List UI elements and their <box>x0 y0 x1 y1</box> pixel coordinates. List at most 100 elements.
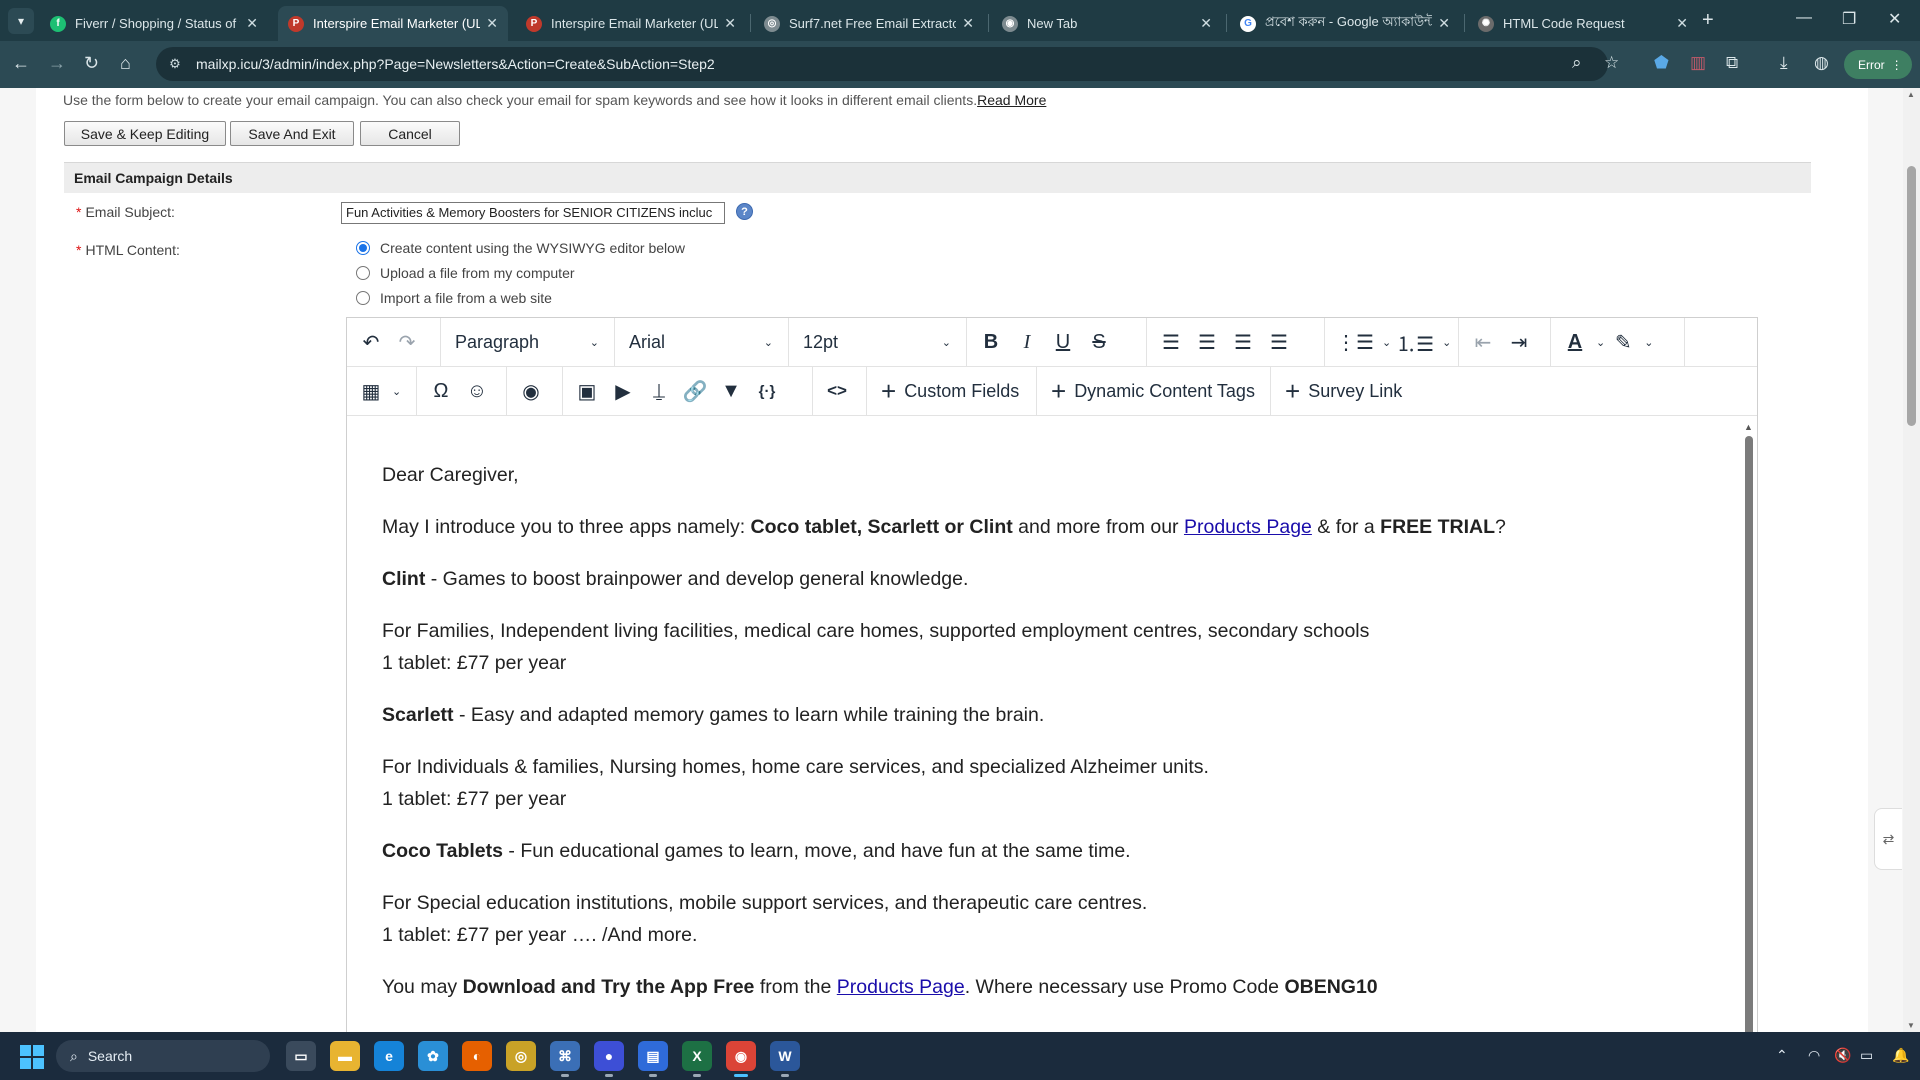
back-arrow-icon[interactable]: ← <box>12 53 30 74</box>
file-explorer-icon[interactable]: ▬ <box>330 1041 360 1071</box>
radio-wysiwyg[interactable]: Create content using the WYSIWYG editor … <box>356 240 685 256</box>
app-icon[interactable]: ✿ <box>418 1041 448 1071</box>
font-family-dropdown[interactable]: Arial ⌄ <box>621 324 781 360</box>
close-icon[interactable]: ✕ <box>486 15 498 32</box>
help-icon[interactable]: ? <box>736 203 753 220</box>
stamp-icon[interactable]: ⍊ <box>641 373 677 409</box>
chevron-down-icon[interactable]: ⌄ <box>1596 336 1605 349</box>
browser-tab[interactable]: f Fiverr / Shopping / Status of yo ✕ <box>40 6 268 41</box>
radio-button-checked[interactable] <box>356 241 370 255</box>
align-center-icon[interactable]: ☰ <box>1189 324 1225 360</box>
browser-tab-active[interactable]: P Interspire Email Marketer (ULTI ✕ <box>278 6 508 41</box>
block-format-dropdown[interactable]: Paragraph ⌄ <box>447 324 607 360</box>
url-text[interactable]: mailxp.icu/3/admin/index.php?Page=Newsle… <box>196 56 715 72</box>
notification-bell-icon[interactable]: 🔔 <box>1892 1047 1909 1064</box>
radio-upload[interactable]: Upload a file from my computer <box>356 265 575 281</box>
restore-icon[interactable]: ❐ <box>1842 9 1856 29</box>
volume-muted-icon[interactable]: 🔇 <box>1834 1047 1851 1064</box>
close-icon[interactable]: ✕ <box>724 15 736 32</box>
chevron-down-icon[interactable]: ⌄ <box>1644 336 1653 349</box>
side-panel-handle-icon[interactable]: ⇄ <box>1874 808 1902 870</box>
page-scrollbar[interactable]: ▲ ▼ <box>1903 88 1920 1032</box>
firefox-icon[interactable]: ◐ <box>462 1041 492 1071</box>
undo-icon[interactable]: ↶ <box>353 324 389 360</box>
redo-icon[interactable]: ↷ <box>389 324 425 360</box>
radio-button[interactable] <box>356 266 370 280</box>
chevron-down-icon[interactable]: ⌄ <box>1382 336 1391 349</box>
align-left-icon[interactable]: ☰ <box>1153 324 1189 360</box>
close-icon[interactable]: ✕ <box>246 15 258 32</box>
email-subject-input[interactable]: Fun Activities & Memory Boosters for SEN… <box>341 202 725 224</box>
extensions-puzzle-icon[interactable]: ⧉ <box>1726 53 1738 73</box>
bookmark-star-icon[interactable]: ☆ <box>1604 53 1619 73</box>
window-close-icon[interactable]: ✕ <box>1888 9 1901 29</box>
survey-link-button[interactable]: + Survey Link <box>1277 376 1410 407</box>
reload-icon[interactable]: ↻ <box>84 53 99 74</box>
save-keep-editing-button[interactable]: Save & Keep Editing <box>64 121 226 146</box>
read-more-link[interactable]: Read More <box>977 92 1046 108</box>
app-circle-icon[interactable]: ● <box>594 1041 624 1077</box>
numbered-list-icon[interactable]: ⒈☰ <box>1391 324 1439 360</box>
browser-tab[interactable]: P Interspire Email Marketer (ULTI ✕ <box>516 6 746 41</box>
bold-icon[interactable]: B <box>973 324 1009 360</box>
word-icon[interactable]: W <box>770 1041 800 1077</box>
taskbar-search-box[interactable]: ⌕ Search <box>56 1040 270 1072</box>
products-page-link[interactable]: Products Page <box>837 976 965 998</box>
template-variable-icon[interactable]: {·} <box>749 373 785 409</box>
windows-start-icon[interactable] <box>20 1045 44 1069</box>
download-icon[interactable]: ⤓ <box>1780 53 1788 73</box>
media-player-icon[interactable]: ◎ <box>506 1041 536 1071</box>
close-icon[interactable]: ✕ <box>1438 15 1450 32</box>
avatar[interactable]: ◍ <box>1814 53 1829 73</box>
chevron-down-icon[interactable]: ⌄ <box>1442 336 1451 349</box>
cancel-button[interactable]: Cancel <box>360 121 460 146</box>
bullet-list-icon[interactable]: ⋮☰ <box>1331 324 1379 360</box>
profile-error-badge[interactable]: Error ⋮ <box>1844 50 1912 79</box>
preview-eye-icon[interactable]: ◉ <box>513 373 549 409</box>
scroll-up-arrow-icon[interactable]: ▲ <box>1744 422 1753 432</box>
kebab-menu-icon[interactable]: ⋮ <box>1891 58 1903 72</box>
editor-scrollbar-thumb[interactable] <box>1745 436 1753 1032</box>
anchor-bookmark-icon[interactable]: ▼ <box>713 373 749 409</box>
chrome-icon[interactable]: ◉ <box>726 1041 756 1077</box>
strikethrough-icon[interactable]: S <box>1081 324 1117 360</box>
scroll-up-arrow-icon[interactable]: ▲ <box>1907 90 1915 99</box>
media-icon[interactable]: ▶ <box>605 373 641 409</box>
italic-icon[interactable]: I <box>1009 324 1045 360</box>
browser-tab[interactable]: ◉ New Tab ✕ <box>992 6 1222 41</box>
editor-scrollbar[interactable]: ▲ <box>1743 422 1755 1032</box>
align-justify-icon[interactable]: ☰ <box>1261 324 1297 360</box>
home-icon[interactable]: ⌂ <box>120 53 131 74</box>
dynamic-content-tags-button[interactable]: + Dynamic Content Tags <box>1043 376 1263 407</box>
address-bar[interactable]: ⚙ mailxp.icu/3/admin/index.php?Page=News… <box>156 47 1608 81</box>
excel-icon[interactable]: X <box>682 1041 712 1077</box>
notepad-icon[interactable]: ▤ <box>638 1041 668 1077</box>
extension-shield-icon[interactable]: ⬟ <box>1654 53 1669 73</box>
tab-search-chevron-icon[interactable]: ▾ <box>8 8 34 34</box>
wifi-icon[interactable]: ◠ <box>1808 1047 1820 1064</box>
new-tab-plus-icon[interactable]: + <box>1702 9 1714 32</box>
page-scrollbar-thumb[interactable] <box>1907 166 1916 426</box>
products-page-link[interactable]: Products Page <box>1184 516 1312 538</box>
outdent-icon[interactable]: ⇤ <box>1465 324 1501 360</box>
save-and-exit-button[interactable]: Save And Exit <box>230 121 354 146</box>
table-icon[interactable]: ▦ <box>353 373 389 409</box>
special-character-icon[interactable]: Ω <box>423 373 459 409</box>
indent-icon[interactable]: ⇥ <box>1501 324 1537 360</box>
highlight-color-icon[interactable]: ✎ <box>1605 324 1641 360</box>
emoji-icon[interactable]: ☺ <box>459 373 495 409</box>
close-icon[interactable]: ✕ <box>1676 15 1688 32</box>
zoom-icon[interactable]: ⌕ <box>1572 53 1582 73</box>
text-color-icon[interactable]: A <box>1557 324 1593 360</box>
browser-tab[interactable]: G প্রবেশ করুন - Google অ্যাকাউন্ট ✕ <box>1230 6 1460 41</box>
task-view-icon[interactable]: ▭ <box>286 1041 316 1071</box>
extension-bars-icon[interactable]: ▥ <box>1690 53 1706 73</box>
forward-arrow-icon[interactable]: → <box>48 53 66 74</box>
site-settings-icon[interactable]: ⚙ <box>164 53 186 75</box>
editor-content-area[interactable]: Dear Caregiver, May I introduce you to t… <box>347 418 1757 1032</box>
edge-icon[interactable]: e <box>374 1041 404 1071</box>
close-icon[interactable]: ✕ <box>962 15 974 32</box>
radio-import[interactable]: Import a file from a web site <box>356 290 552 306</box>
minimize-icon[interactable]: — <box>1796 9 1812 27</box>
battery-icon[interactable]: ▭ <box>1860 1047 1873 1064</box>
